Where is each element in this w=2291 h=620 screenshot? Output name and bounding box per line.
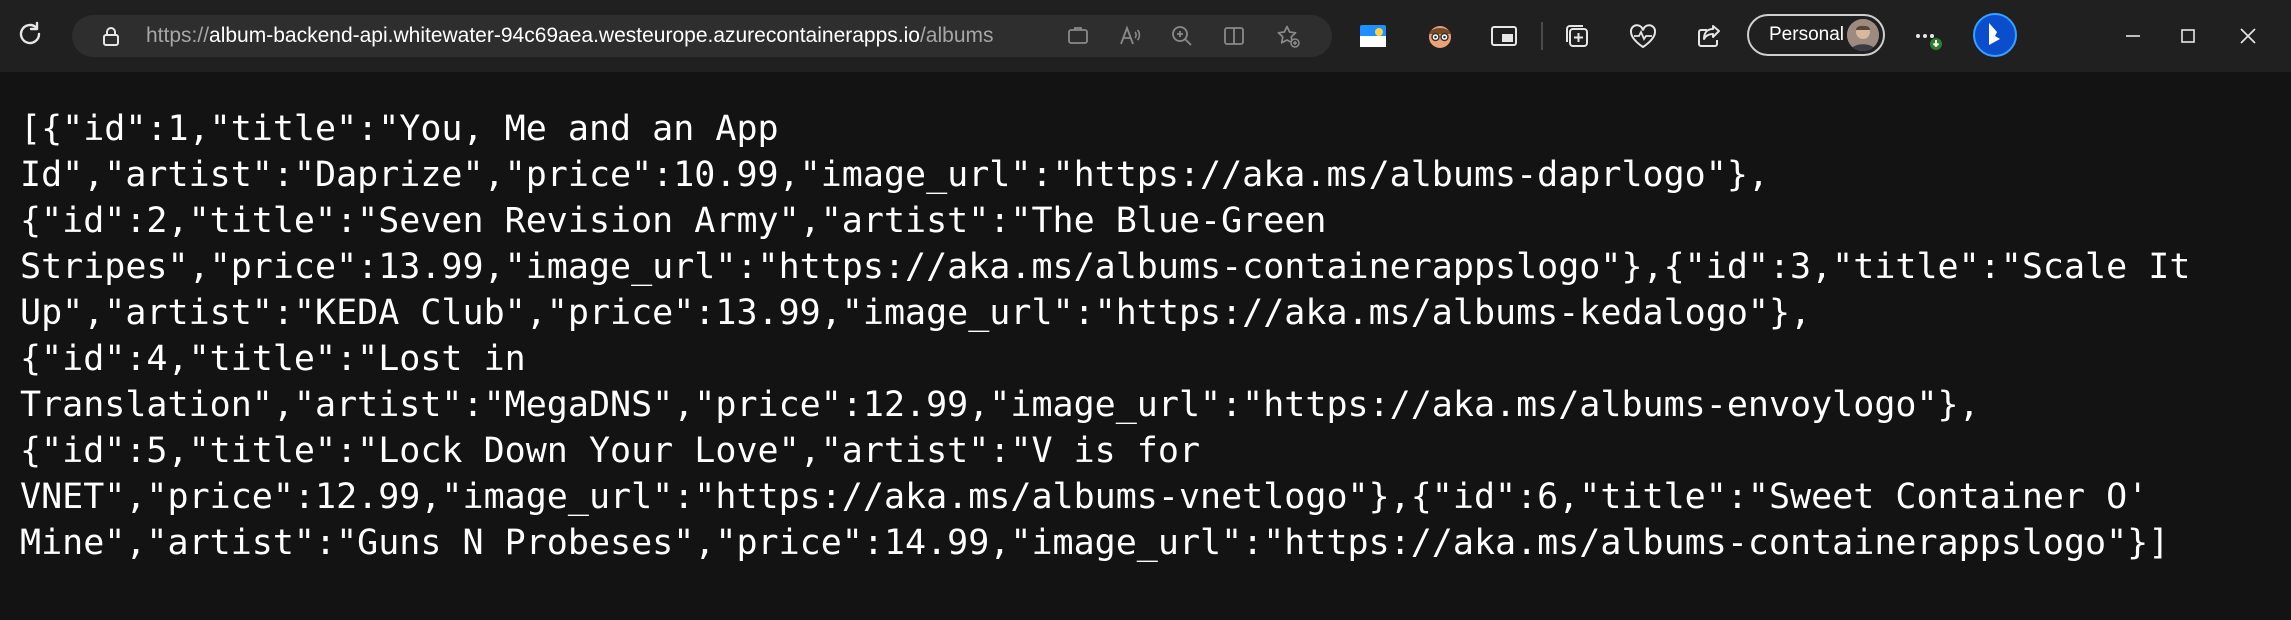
json-line: Up","artist":"KEDA Club","price":13.99,"… — [20, 293, 1812, 333]
zoom-icon[interactable] — [1170, 24, 1194, 48]
url-host: album-backend-api.whitewater-94c69aea.we… — [209, 24, 920, 47]
refresh-icon[interactable] — [12, 16, 48, 52]
avatar — [1847, 19, 1879, 51]
json-line: {"id":5,"title":"Lock Down Your Love","a… — [20, 431, 1201, 471]
close-icon[interactable] — [2232, 20, 2264, 52]
json-line: Stripes","price":13.99,"image_url":"http… — [20, 247, 2191, 287]
minimize-icon[interactable] — [2117, 20, 2149, 52]
profile-button[interactable]: Personal — [1747, 14, 1885, 56]
bing-copilot-icon[interactable] — [1972, 12, 2018, 58]
json-line: Mine","artist":"Guns N Probeses","price"… — [20, 523, 2170, 563]
json-line: {"id":4,"title":"Lost in — [20, 339, 526, 379]
lock-icon[interactable] — [100, 25, 122, 47]
json-line: Translation","artist":"MegaDNS","price":… — [20, 385, 1980, 425]
split-screen-icon[interactable] — [1222, 24, 1246, 48]
browser-toolbar: https://album-backend-api.whitewater-94c… — [0, 0, 2291, 72]
json-line: {"id":2,"title":"Seven Revision Army","a… — [20, 201, 1327, 241]
address-bar[interactable]: https://album-backend-api.whitewater-94c… — [72, 15, 1332, 57]
profile-label: Personal — [1769, 24, 1844, 45]
picture-in-picture-icon[interactable] — [1488, 20, 1520, 52]
app-available-icon[interactable] — [1066, 24, 1090, 48]
url-text[interactable]: https://album-backend-api.whitewater-94c… — [146, 15, 994, 57]
more-options-icon[interactable] — [1912, 20, 1944, 52]
add-favorite-icon[interactable] — [1276, 24, 1300, 48]
json-line: [{"id":1,"title":"You, Me and an App — [20, 109, 779, 149]
url-scheme: https:// — [146, 24, 210, 47]
json-line: VNET","price":12.99,"image_url":"https:/… — [20, 477, 2149, 517]
weather-icon[interactable] — [1357, 20, 1389, 52]
collections-icon[interactable] — [1561, 20, 1593, 52]
url-path: /albums — [919, 24, 994, 47]
maximize-icon[interactable] — [2172, 20, 2204, 52]
json-response-body: [{"id":1,"title":"You, Me and an App Id"… — [20, 106, 2280, 566]
browser-essentials-icon[interactable] — [1627, 20, 1659, 52]
toolbar-divider — [1541, 22, 1543, 50]
extension-face-icon[interactable] — [1424, 20, 1456, 52]
json-line: Id","artist":"Daprize","price":10.99,"im… — [20, 155, 1769, 195]
share-icon[interactable] — [1693, 20, 1725, 52]
read-aloud-icon[interactable] — [1118, 24, 1142, 48]
